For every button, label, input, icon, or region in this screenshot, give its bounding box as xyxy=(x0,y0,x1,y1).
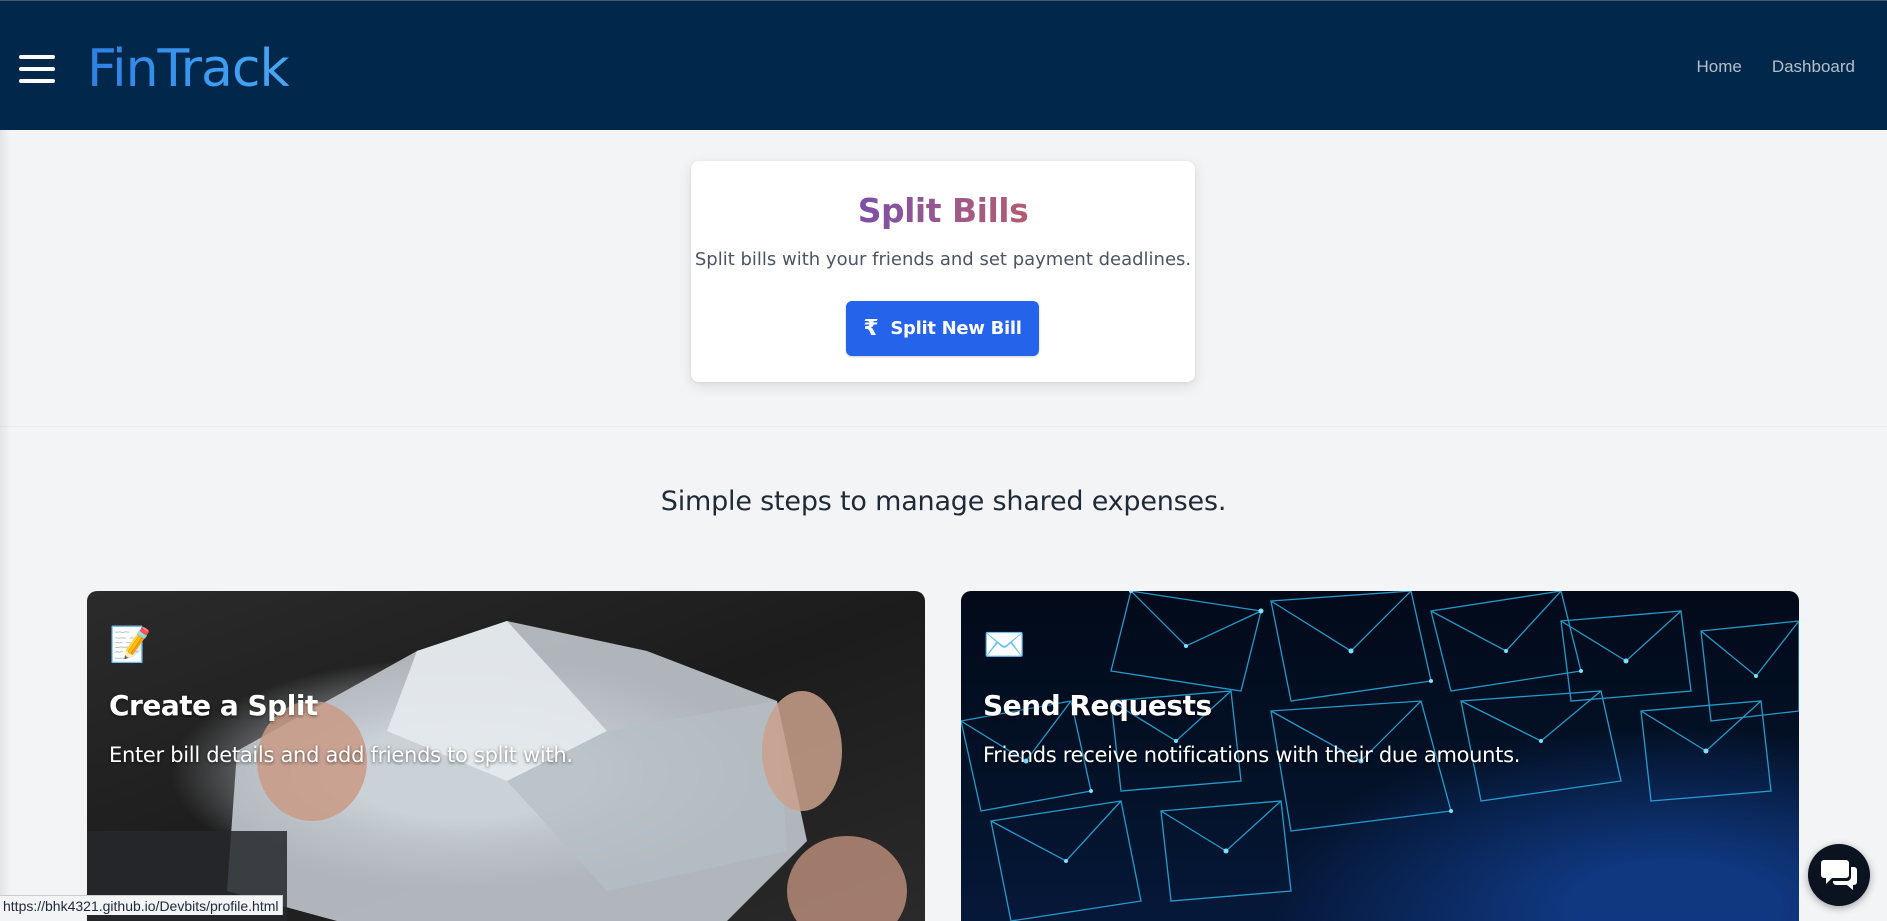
hamburger-menu-icon[interactable] xyxy=(19,55,55,83)
step-card-create-split: 📝 Create a Split Enter bill details and … xyxy=(87,591,925,921)
top-navbar: FinTrack Home Dashboard xyxy=(0,0,1887,130)
split-new-bill-label: Split New Bill xyxy=(890,318,1022,339)
nav-link-home[interactable]: Home xyxy=(1696,57,1741,77)
split-bills-title: Split Bills xyxy=(857,191,1029,230)
split-bills-card: Split Bills Split bills with your friend… xyxy=(691,161,1195,382)
memo-icon: 📝 xyxy=(109,626,152,664)
chat-icon xyxy=(1821,860,1857,890)
section-divider xyxy=(0,426,1887,427)
create-split-title: Create a Split xyxy=(109,689,318,722)
steps-subtitle: Simple steps to manage shared expenses. xyxy=(660,486,1227,517)
status-bar-url: https://bhk4321.github.io/Devbits/profil… xyxy=(0,895,283,915)
envelope-icon: ✉️ xyxy=(983,626,1026,664)
send-requests-title: Send Requests xyxy=(983,689,1212,722)
split-bills-description: Split bills with your friends and set pa… xyxy=(694,249,1192,270)
nav-link-dashboard[interactable]: Dashboard xyxy=(1772,57,1855,77)
brand-logo[interactable]: FinTrack xyxy=(87,37,290,101)
create-split-description: Enter bill details and add friends to sp… xyxy=(109,743,573,767)
rupee-icon: ₹ xyxy=(863,316,879,341)
chat-button[interactable] xyxy=(1808,844,1870,906)
nav-links: Home Dashboard xyxy=(1696,57,1855,77)
send-requests-description: Friends receive notifications with their… xyxy=(983,743,1521,767)
step-card-send-requests: ✉️ Send Requests Friends receive notific… xyxy=(961,591,1799,921)
page-left-shadow xyxy=(0,130,10,915)
split-new-bill-button[interactable]: ₹ Split New Bill xyxy=(846,301,1039,356)
